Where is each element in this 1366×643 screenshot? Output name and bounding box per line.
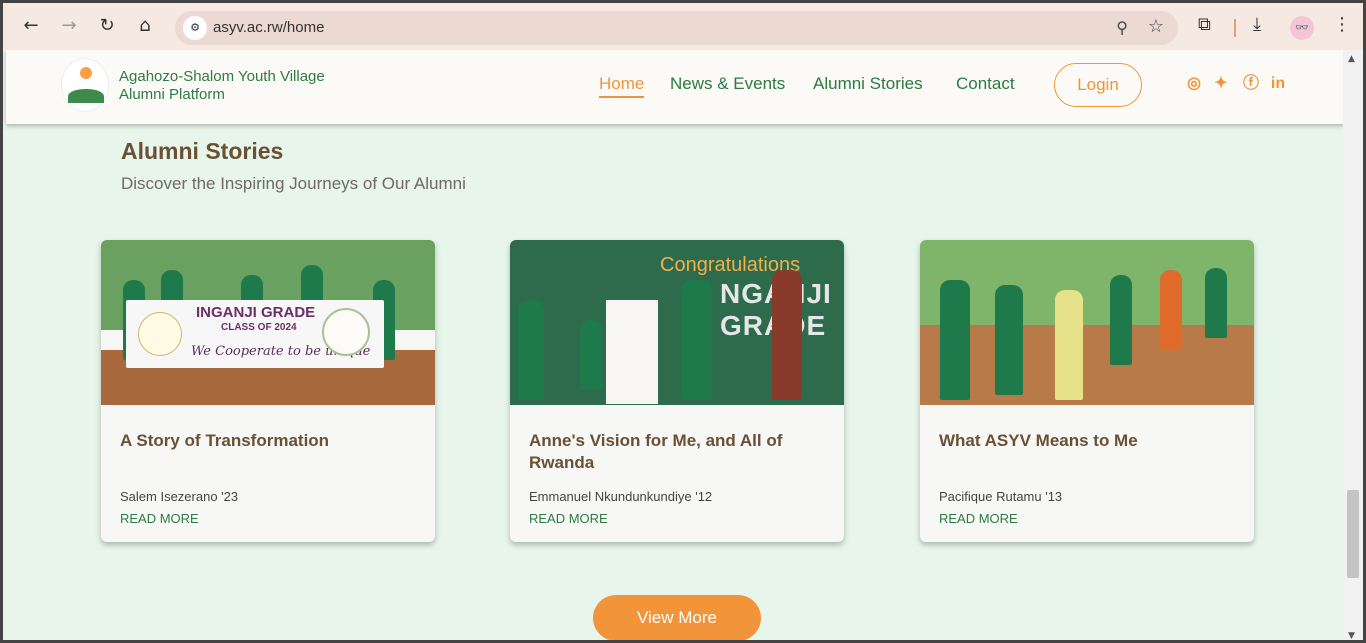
scroll-up-icon[interactable]: ▲	[1348, 54, 1355, 64]
graduate-figure	[1055, 290, 1083, 400]
logo-hills-icon	[68, 89, 104, 103]
story-author: Emmanuel Nkundunkundiye '12	[529, 489, 713, 504]
extensions-icon[interactable]: ⧉	[1198, 14, 1211, 35]
graduate-figure	[682, 280, 712, 400]
story-title[interactable]: Anne's Vision for Me, and All of Rwanda	[529, 430, 829, 474]
graduate-figure	[518, 300, 544, 400]
scrollbar-thumb[interactable]	[1347, 490, 1359, 578]
story-card[interactable]: Congratulations NGANJI GRADE Anne's Visi…	[510, 240, 844, 542]
logo-sun-icon	[80, 67, 92, 79]
browser-toolbar: ← → ↻ ⌂ ⚙ asyv.ac.rw/home ⚲ ☆ ⧉ ⤓ 👓 ⋮	[0, 0, 1366, 50]
banner-title: INGANJI GRADE	[196, 304, 316, 321]
graduate-figure	[995, 285, 1023, 395]
download-icon[interactable]: ⤓	[1253, 14, 1261, 35]
back-icon[interactable]: ←	[19, 14, 43, 38]
read-more-link[interactable]: READ MORE	[939, 511, 1018, 526]
nav-alumni-stories[interactable]: Alumni Stories	[813, 74, 923, 94]
star-icon[interactable]: ☆	[1148, 16, 1164, 37]
story-author: Pacifique Rutamu '13	[939, 489, 1063, 504]
page-viewport: Agahozo-Shalom Youth Village Alumni Plat…	[0, 50, 1366, 643]
photo-ground	[920, 325, 1254, 405]
graduate-figure	[580, 320, 602, 390]
graduate-figure	[1160, 270, 1182, 350]
view-more-button[interactable]: View More	[593, 595, 761, 640]
brand-line-1: Agahozo-Shalom Youth Village	[119, 68, 325, 85]
photo-trees	[920, 240, 1254, 330]
story-photo: INGANJI GRADE CLASS OF 2024 We Cooperate…	[101, 240, 435, 405]
nav-contact[interactable]: Contact	[956, 74, 1015, 94]
read-more-link[interactable]: READ MORE	[120, 511, 199, 526]
graduate-figure	[772, 270, 802, 400]
address-bar[interactable]: ⚙ asyv.ac.rw/home ⚲ ☆	[175, 11, 1178, 45]
twitter-icon[interactable]: ✦	[1211, 74, 1231, 94]
site-logo[interactable]	[61, 58, 109, 112]
site-header: Agahozo-Shalom Youth Village Alumni Plat…	[6, 50, 1346, 124]
section-subtitle: Discover the Inspiring Journeys of Our A…	[121, 174, 466, 193]
page-scrollbar[interactable]: ▲ ▼	[1343, 50, 1363, 640]
forward-icon[interactable]: →	[57, 14, 81, 38]
nav-home[interactable]: Home	[599, 74, 645, 98]
profile-avatar[interactable]: 👓	[1290, 16, 1314, 40]
toolbar-divider	[1234, 19, 1236, 37]
scroll-down-icon[interactable]: ▼	[1348, 631, 1355, 640]
zoom-icon[interactable]: ⚲	[1116, 18, 1128, 37]
story-photo	[920, 240, 1254, 405]
podium	[606, 300, 658, 404]
graduation-banner: INGANJI GRADE CLASS OF 2024 We Cooperate…	[126, 300, 384, 368]
instagram-icon[interactable]: ◎	[1184, 74, 1204, 94]
brand-line-2: Alumni Platform	[119, 86, 225, 103]
site-info-icon[interactable]: ⚙	[183, 16, 207, 40]
story-title[interactable]: A Story of Transformation	[120, 430, 420, 452]
reload-icon[interactable]: ↻	[95, 14, 119, 38]
login-button[interactable]: Login	[1054, 63, 1142, 107]
nav-news-events[interactable]: News & Events	[670, 74, 785, 94]
story-author: Salem Isezerano '23	[120, 489, 239, 504]
linkedin-icon[interactable]: in	[1268, 74, 1288, 94]
graduate-figure	[940, 280, 970, 400]
facebook-icon[interactable]: ⓕ	[1241, 74, 1261, 94]
banner-class: CLASS OF 2024	[221, 322, 297, 333]
section-title: Alumni Stories	[121, 138, 284, 164]
story-title[interactable]: What ASYV Means to Me	[939, 430, 1239, 452]
menu-icon[interactable]: ⋮	[1333, 14, 1351, 35]
story-card[interactable]: INGANJI GRADE CLASS OF 2024 We Cooperate…	[101, 240, 435, 542]
read-more-link[interactable]: READ MORE	[529, 511, 608, 526]
story-card[interactable]: What ASYV Means to Me Pacifique Rutamu '…	[920, 240, 1254, 542]
brand-name[interactable]: Agahozo-Shalom Youth Village Alumni Plat…	[119, 68, 325, 104]
url-text[interactable]: asyv.ac.rw/home	[213, 19, 324, 36]
graduate-figure	[1110, 275, 1132, 365]
banner-emblem-icon	[138, 312, 182, 356]
home-icon[interactable]: ⌂	[133, 14, 157, 38]
banner-seal-icon	[322, 308, 370, 356]
story-photo: Congratulations NGANJI GRADE	[510, 240, 844, 405]
graduate-figure	[1205, 268, 1227, 338]
